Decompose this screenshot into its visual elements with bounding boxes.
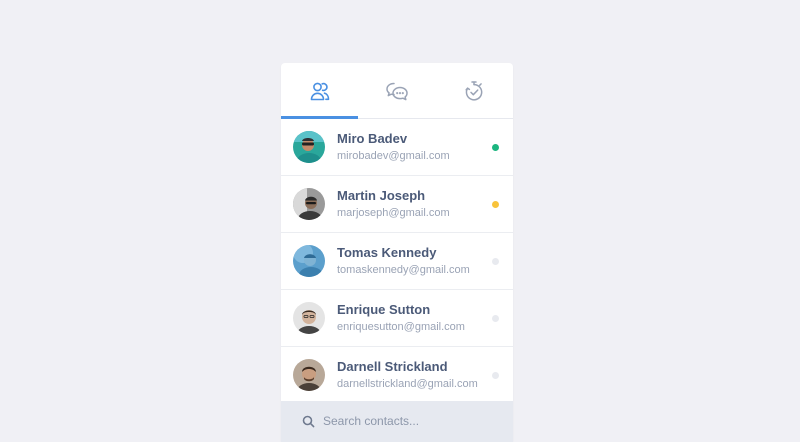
status-indicator [492,144,499,151]
contacts-panel: Miro Badev mirobadev@gmail.com Martin Jo… [281,63,513,442]
contact-name: Darnell Strickland [337,359,448,374]
search-icon [302,415,315,433]
timer-icon [463,80,485,102]
status-indicator [492,258,499,265]
status-indicator [492,201,499,208]
contact-email: tomaskennedy@gmail.com [337,264,470,276]
contact-email: darnellstrickland@gmail.com [337,378,478,390]
avatar [293,302,325,334]
contact-item[interactable]: Enrique Sutton enriquesutton@gmail.com [281,290,513,347]
search-input[interactable] [323,409,503,433]
tab-bar [281,63,513,119]
avatar [293,359,325,391]
contact-name: Enrique Sutton [337,302,431,317]
tab-chats[interactable] [358,63,435,118]
avatar [293,245,325,277]
tab-contacts[interactable] [281,63,358,118]
contacts-icon [309,80,331,102]
contact-item[interactable]: Darnell Strickland darnellstrickland@gma… [281,347,513,404]
contact-name: Miro Badev [337,131,408,146]
status-indicator [492,315,499,322]
search-bar [281,401,513,442]
contact-item[interactable]: Martin Joseph marjoseph@gmail.com [281,176,513,233]
contact-name: Tomas Kennedy [337,245,437,260]
contact-email: mirobadev@gmail.com [337,150,450,162]
tab-timer[interactable] [436,63,513,118]
avatar [293,188,325,220]
chat-bubbles-icon [385,80,409,102]
contact-email: enriquesutton@gmail.com [337,321,465,333]
contact-email: marjoseph@gmail.com [337,207,450,219]
contact-name: Martin Joseph [337,188,426,203]
avatar [293,131,325,163]
contact-item[interactable]: Miro Badev mirobadev@gmail.com [281,119,513,176]
status-indicator [492,372,499,379]
contact-item[interactable]: Tomas Kennedy tomaskennedy@gmail.com [281,233,513,290]
